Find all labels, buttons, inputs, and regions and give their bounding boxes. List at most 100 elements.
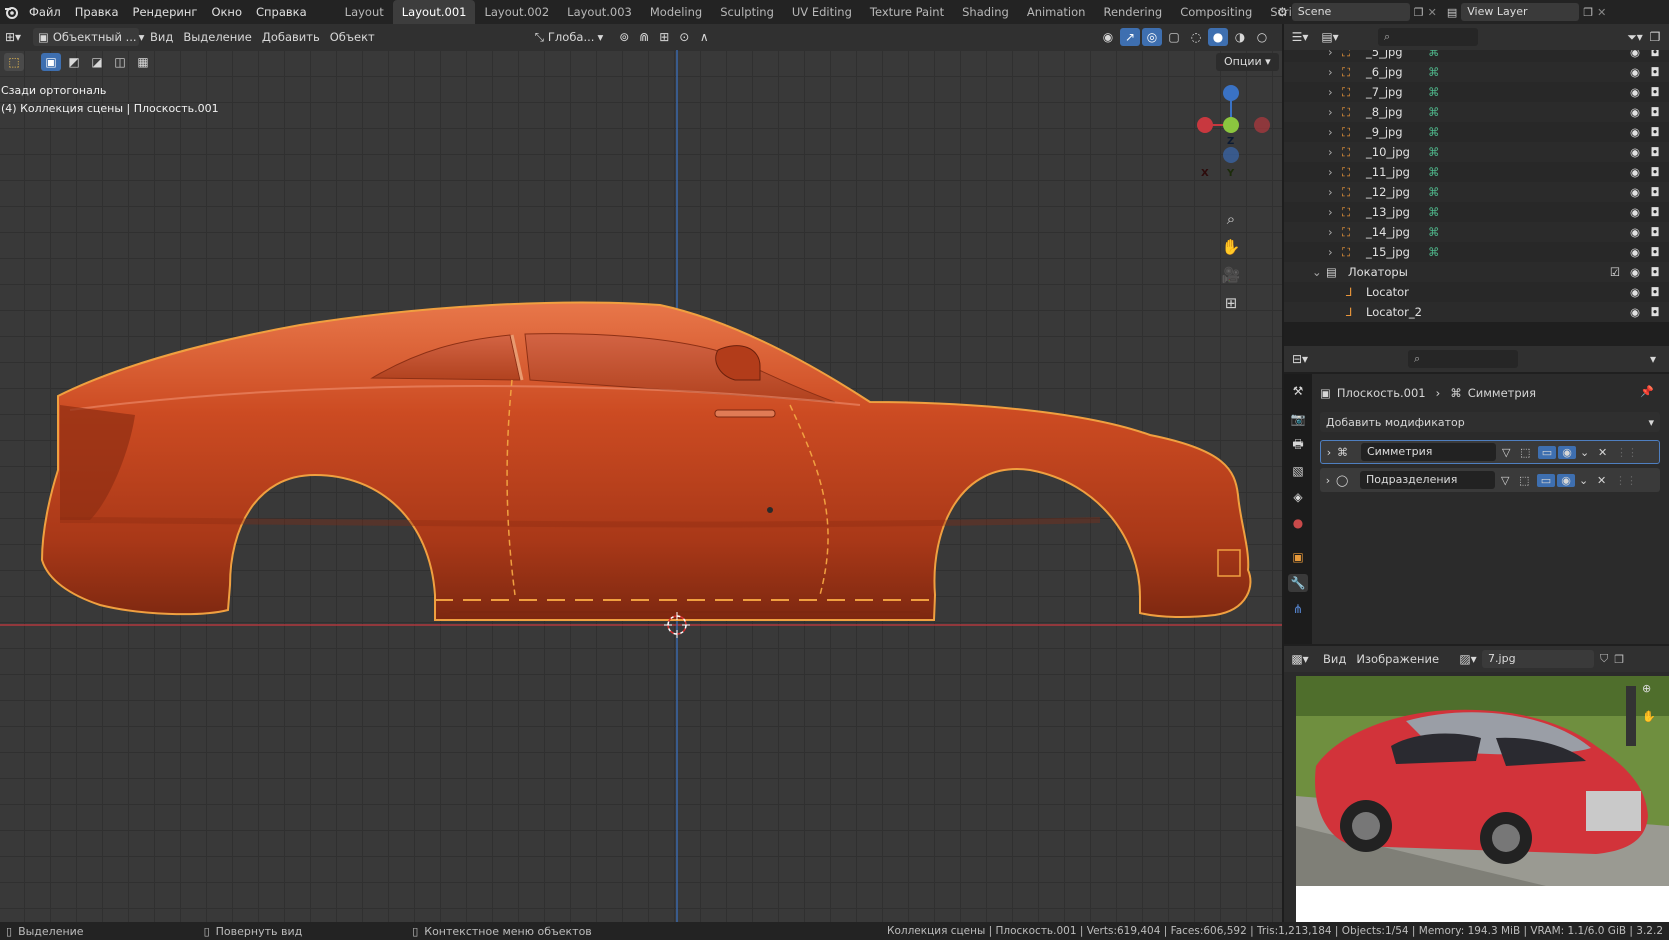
expand-chevron-icon[interactable]: › bbox=[1328, 185, 1342, 199]
expand-chevron-icon[interactable]: › bbox=[1328, 165, 1342, 179]
menu-render[interactable]: Рендеринг bbox=[126, 0, 205, 24]
chevron-down-icon[interactable]: ⌄ bbox=[1580, 446, 1598, 459]
zoom-icon[interactable]: ⌕ bbox=[1218, 206, 1244, 232]
scene-icon[interactable]: ⚙ bbox=[1277, 5, 1288, 19]
eye-icon[interactable]: ◉ bbox=[1625, 105, 1645, 119]
outliner-row[interactable]: › ⛶ _7_jpg ⌘ ◉ ◘ bbox=[1284, 82, 1669, 102]
menu-object[interactable]: Объект bbox=[325, 28, 380, 46]
menu-view[interactable]: Вид bbox=[145, 28, 178, 46]
cage-icon[interactable]: ⬚ bbox=[1520, 446, 1538, 459]
wireframe-shading-icon[interactable]: ◌ bbox=[1186, 28, 1206, 46]
orientation-dropdown[interactable]: ⤡ Глоба... ▾ bbox=[530, 28, 609, 46]
eye-icon[interactable]: ◉ bbox=[1625, 185, 1645, 199]
scene-name-field[interactable]: Scene bbox=[1291, 3, 1410, 21]
eye-icon[interactable]: ◉ bbox=[1625, 305, 1645, 319]
close-icon[interactable]: ✕ bbox=[1598, 446, 1616, 459]
image-editor-canvas[interactable]: ⊕ ✋ bbox=[1284, 672, 1669, 922]
outliner-row[interactable]: › ⛶ _6_jpg ⌘ ◉ ◘ bbox=[1284, 62, 1669, 82]
snap-icon[interactable]: ⋒ bbox=[634, 28, 654, 46]
edit-mode-icon[interactable]: ▽ bbox=[1502, 446, 1520, 459]
proportional-edit-icon[interactable]: ⊙ bbox=[674, 28, 694, 46]
render-display-icon[interactable]: ◉ bbox=[1558, 445, 1576, 459]
camera-icon[interactable]: ◘ bbox=[1645, 305, 1665, 319]
edit-mode-icon[interactable]: ▽ bbox=[1501, 474, 1519, 487]
tab-layout-002[interactable]: Layout.002 bbox=[475, 0, 558, 24]
image-name-field[interactable]: 7.jpg bbox=[1482, 650, 1595, 668]
outliner-editor-icon[interactable]: ☰▾ bbox=[1290, 28, 1310, 46]
image-menu-image[interactable]: Изображение bbox=[1351, 650, 1444, 668]
tab-animation[interactable]: Animation bbox=[1018, 0, 1095, 24]
expand-chevron-icon[interactable]: › bbox=[1321, 446, 1337, 459]
scene-close-icon[interactable]: ✕ bbox=[1428, 6, 1437, 19]
close-icon[interactable]: ✕ bbox=[1597, 474, 1615, 487]
expand-chevron-icon[interactable]: › bbox=[1328, 145, 1342, 159]
world-tab-icon[interactable]: ● bbox=[1288, 514, 1308, 532]
outliner-collection-row[interactable]: ⌄ ▤ Локаторы ☑ ◉ ◘ bbox=[1284, 262, 1669, 282]
chevron-down-icon[interactable]: ⌄ bbox=[1579, 474, 1597, 487]
expand-chevron-icon[interactable]: ⌄ bbox=[1312, 265, 1326, 279]
expand-chevron-icon[interactable]: › bbox=[1328, 50, 1342, 59]
editor-type-icon[interactable]: ⊞▾ bbox=[3, 28, 23, 46]
outliner-locator-row[interactable]: ⅃ Locator_2 ◉ ◘ bbox=[1284, 302, 1669, 322]
drag-handle-icon[interactable]: ⋮⋮ bbox=[1616, 446, 1638, 459]
properties-search-input[interactable]: ⌕ bbox=[1408, 350, 1518, 368]
fake-user-icon[interactable]: ⛉ bbox=[1600, 652, 1608, 666]
3d-viewport[interactable]: ⬚ ▣ ◩ ◪ ◫ ▦ Опции ▾ Сзади ортогональ (4)… bbox=[0, 50, 1282, 922]
scene-copy-icon[interactable]: ❐ bbox=[1414, 6, 1424, 19]
render-display-icon[interactable]: ◉ bbox=[1557, 473, 1575, 487]
zoom-image-icon[interactable]: ⊕ bbox=[1642, 682, 1651, 695]
camera-icon[interactable]: ◘ bbox=[1645, 225, 1665, 239]
menu-help[interactable]: Справка bbox=[249, 0, 314, 24]
menu-select[interactable]: Выделение bbox=[178, 28, 257, 46]
camera-icon[interactable]: ◘ bbox=[1645, 285, 1665, 299]
pan-image-icon[interactable]: ✋ bbox=[1642, 710, 1656, 723]
outliner-search-input[interactable]: ⌕ bbox=[1378, 28, 1478, 46]
expand-chevron-icon[interactable]: › bbox=[1328, 125, 1342, 139]
eye-icon[interactable]: ◉ bbox=[1625, 225, 1645, 239]
drag-handle-icon[interactable]: ⋮⋮ bbox=[1615, 474, 1637, 487]
expand-chevron-icon[interactable]: › bbox=[1328, 85, 1342, 99]
outliner-row[interactable]: › ⛶ _12_jpg ⌘ ◉ ◘ bbox=[1284, 182, 1669, 202]
overlay-toggle-icon[interactable]: ◎ bbox=[1142, 28, 1162, 46]
image-browse-icon[interactable]: ▨▾ bbox=[1458, 650, 1478, 668]
view-layer-icon[interactable]: ▤ bbox=[1447, 6, 1457, 19]
expand-chevron-icon[interactable]: › bbox=[1320, 474, 1336, 487]
pin-icon[interactable]: 📌 bbox=[1640, 385, 1654, 398]
ortho-grid-icon[interactable]: ⊞ bbox=[1218, 290, 1244, 316]
chevron-down-icon[interactable]: ▾ bbox=[1643, 350, 1663, 368]
view-layer-field[interactable]: View Layer bbox=[1461, 3, 1580, 21]
expand-chevron-icon[interactable]: › bbox=[1328, 205, 1342, 219]
camera-icon[interactable]: ◘ bbox=[1645, 105, 1665, 119]
camera-icon[interactable]: ◘ bbox=[1645, 65, 1665, 79]
modifier-name-field[interactable]: Подразделения bbox=[1360, 471, 1495, 489]
new-collection-icon[interactable]: ❐ bbox=[1645, 28, 1665, 46]
outliner-row[interactable]: › ⛶ _5_jpg ⌘ ◉ ◘ bbox=[1284, 50, 1669, 62]
camera-view-icon[interactable]: 🎥 bbox=[1218, 262, 1244, 288]
output-tab-icon[interactable]: 🖶 bbox=[1288, 436, 1308, 454]
scene-tab-icon[interactable]: ◈ bbox=[1288, 488, 1308, 506]
tool-tab-icon[interactable]: ⚒ bbox=[1288, 382, 1308, 400]
eye-icon[interactable]: ◉ bbox=[1625, 165, 1645, 179]
camera-icon[interactable]: ◘ bbox=[1645, 145, 1665, 159]
object-tab-icon[interactable]: ▣ bbox=[1288, 548, 1308, 566]
filter-icon[interactable]: ⏷▾ bbox=[1625, 28, 1645, 46]
camera-icon[interactable]: ◘ bbox=[1645, 165, 1665, 179]
modifier-tab-icon[interactable]: 🔧 bbox=[1288, 574, 1308, 592]
navigation-gizmo[interactable] bbox=[1197, 85, 1270, 163]
modifier-row-mirror[interactable]: › ⌘ Симметрия ▽ ⬚ ▭ ◉ ⌄ ✕ ⋮⋮ bbox=[1320, 440, 1660, 464]
display-mode-icon[interactable]: ▤▾ bbox=[1320, 28, 1340, 46]
tab-compositing[interactable]: Compositing bbox=[1171, 0, 1261, 24]
tab-texture-paint[interactable]: Texture Paint bbox=[861, 0, 953, 24]
new-image-icon[interactable]: ❐ bbox=[1614, 653, 1624, 666]
camera-icon[interactable]: ◘ bbox=[1645, 265, 1665, 279]
modifier-row-subdivision[interactable]: › ◯ Подразделения ▽ ⬚ ▭ ◉ ⌄ ✕ ⋮⋮ bbox=[1320, 468, 1660, 492]
visibility-icon[interactable]: ◉ bbox=[1098, 28, 1118, 46]
menu-edit[interactable]: Правка bbox=[68, 0, 126, 24]
view-layer-tab-icon[interactable]: ▧ bbox=[1288, 462, 1308, 480]
outliner-locator-row[interactable]: ⅃ Locator ◉ ◘ bbox=[1284, 282, 1669, 302]
eye-icon[interactable]: ◉ bbox=[1625, 285, 1645, 299]
eye-icon[interactable]: ◉ bbox=[1625, 65, 1645, 79]
outliner-row[interactable]: › ⛶ _8_jpg ⌘ ◉ ◘ bbox=[1284, 102, 1669, 122]
expand-chevron-icon[interactable]: › bbox=[1328, 105, 1342, 119]
menu-file[interactable]: Файл bbox=[22, 0, 68, 24]
